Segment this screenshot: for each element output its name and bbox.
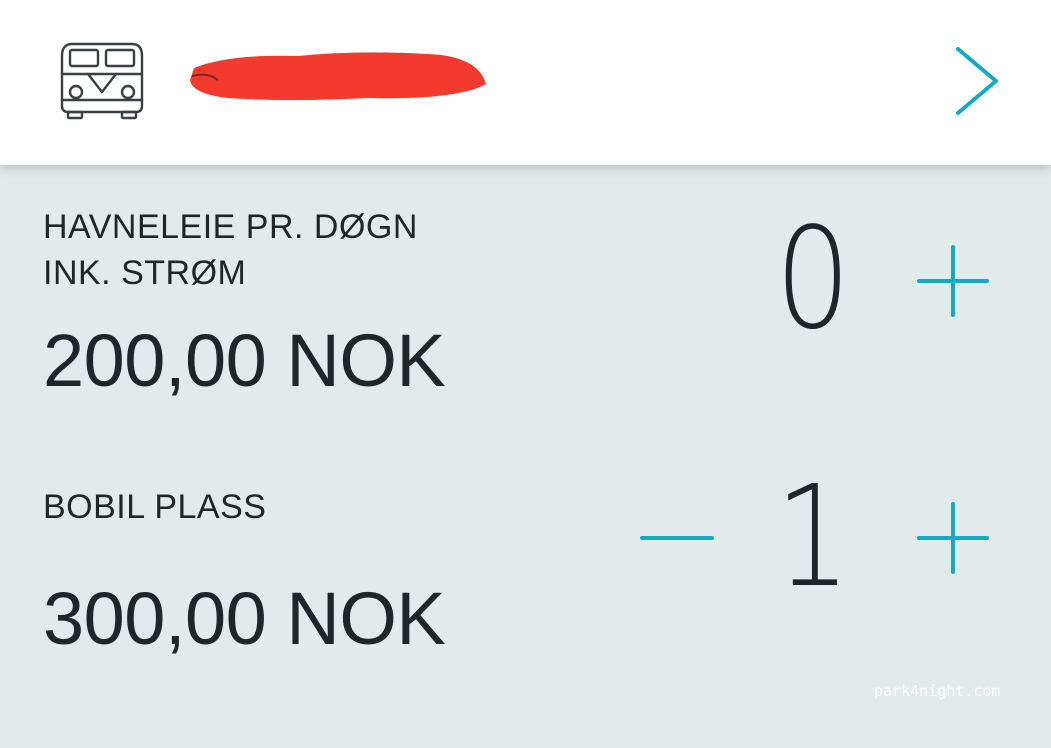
quantity-value: 1: [775, 456, 851, 619]
chevron-right-icon[interactable]: [950, 45, 1002, 117]
product-list: HAVNELEIE PR. DØGN INK. STRØM 200,00 NOK…: [0, 165, 1051, 748]
item-title-line1: BOBIL PLASS: [43, 488, 267, 526]
increment-button[interactable]: [913, 498, 993, 578]
item-title-line1: HAVNELEIE PR. DØGN: [43, 208, 418, 246]
item-price: 300,00 NOK: [43, 577, 446, 660]
item-title-line2: INK. STRØM: [43, 254, 247, 292]
item-price: 200,00 NOK: [43, 319, 446, 402]
decrement-button[interactable]: [638, 498, 718, 578]
quantity-value: 0: [775, 198, 851, 361]
van-icon: [60, 42, 144, 120]
redacted-title: [190, 52, 486, 100]
watermark: park4night.com: [874, 682, 1001, 700]
increment-button[interactable]: [913, 241, 993, 321]
header-bar: [0, 0, 1051, 165]
